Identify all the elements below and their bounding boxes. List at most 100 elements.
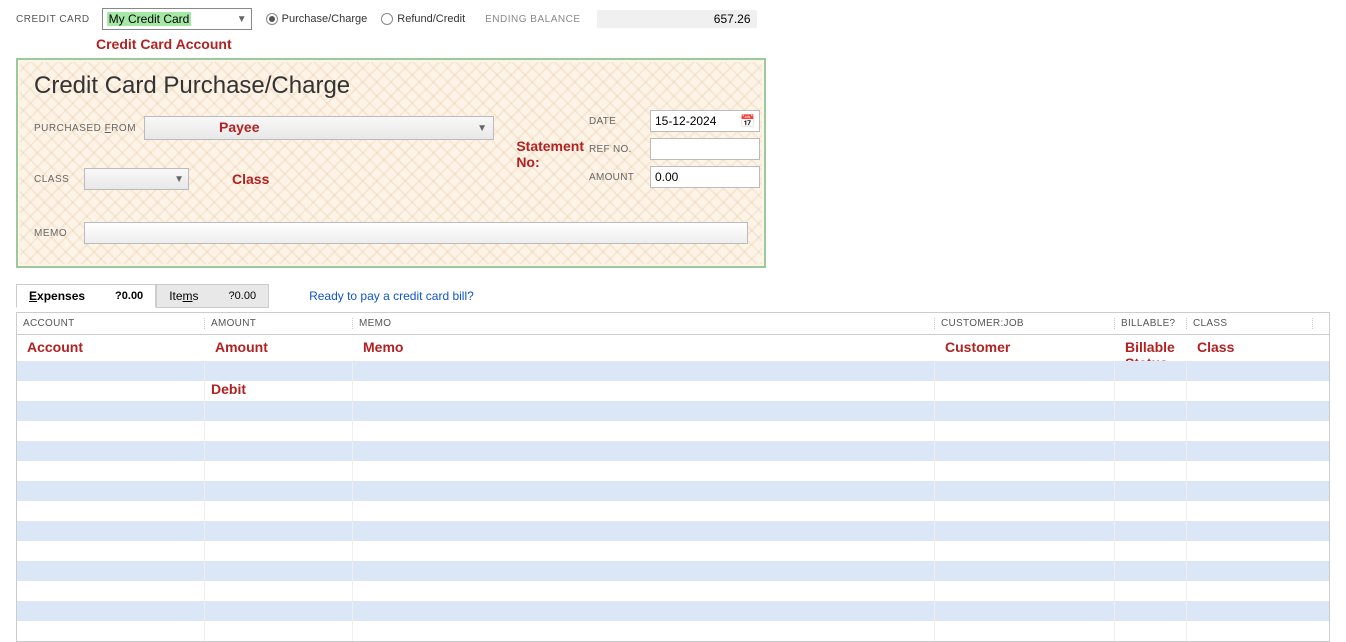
table-row[interactable] (17, 501, 1329, 521)
purchased-from-dropdown[interactable]: ▼ (144, 116, 494, 140)
table-cell[interactable] (1115, 381, 1187, 401)
table-row[interactable] (17, 401, 1329, 421)
table-cell[interactable] (353, 501, 935, 521)
table-cell[interactable] (935, 621, 1115, 641)
table-cell[interactable] (1187, 581, 1313, 601)
table-cell[interactable] (17, 521, 205, 541)
date-input[interactable]: 15-12-2024 📅 (650, 110, 760, 132)
table-cell[interactable] (935, 361, 1115, 381)
table-cell[interactable] (17, 381, 205, 401)
refund-credit-radio[interactable]: Refund/Credit (381, 13, 465, 25)
table-cell[interactable] (205, 601, 353, 621)
table-cell[interactable] (935, 501, 1115, 521)
table-cell[interactable] (353, 601, 935, 621)
table-cell[interactable] (17, 421, 205, 441)
table-cell[interactable] (1115, 541, 1187, 561)
table-cell[interactable] (1187, 521, 1313, 541)
table-cell[interactable] (1187, 381, 1313, 401)
table-cell[interactable] (1187, 361, 1313, 381)
table-cell[interactable] (205, 361, 353, 381)
table-row[interactable] (17, 581, 1329, 601)
table-cell[interactable] (1115, 581, 1187, 601)
ready-to-pay-link[interactable]: Ready to pay a credit card bill? (309, 289, 474, 303)
table-cell[interactable] (17, 561, 205, 581)
col-header-memo[interactable]: MEMO (353, 318, 935, 329)
table-cell[interactable]: Debit (205, 381, 353, 401)
tab-expenses[interactable]: Expenses ?0.00 (16, 284, 156, 308)
table-cell[interactable] (1187, 561, 1313, 581)
table-cell[interactable] (935, 581, 1115, 601)
table-cell[interactable] (17, 541, 205, 561)
table-row[interactable] (17, 601, 1329, 621)
table-cell[interactable] (205, 441, 353, 461)
table-cell[interactable] (17, 501, 205, 521)
table-row[interactable] (17, 521, 1329, 541)
table-cell[interactable] (935, 401, 1115, 421)
table-cell[interactable] (353, 381, 935, 401)
table-cell[interactable] (17, 441, 205, 461)
table-row[interactable] (17, 541, 1329, 561)
table-cell[interactable] (1187, 401, 1313, 421)
table-row[interactable] (17, 461, 1329, 481)
table-cell[interactable] (1187, 441, 1313, 461)
table-cell[interactable] (205, 421, 353, 441)
table-cell[interactable] (205, 461, 353, 481)
table-cell[interactable] (205, 561, 353, 581)
ref-no-input[interactable] (650, 138, 760, 160)
table-cell[interactable] (17, 481, 205, 501)
table-row[interactable] (17, 421, 1329, 441)
table-cell[interactable] (935, 441, 1115, 461)
table-row[interactable] (17, 361, 1329, 381)
table-cell[interactable] (1187, 541, 1313, 561)
table-row[interactable] (17, 621, 1329, 641)
table-cell[interactable] (935, 481, 1115, 501)
table-cell[interactable] (17, 361, 205, 381)
table-cell[interactable] (1115, 561, 1187, 581)
col-header-class[interactable]: CLASS (1187, 318, 1313, 329)
table-cell[interactable] (1187, 421, 1313, 441)
table-cell[interactable] (205, 481, 353, 501)
col-header-amount[interactable]: AMOUNT (205, 318, 353, 329)
table-row[interactable]: Debit (17, 381, 1329, 401)
table-cell[interactable] (353, 421, 935, 441)
table-cell[interactable] (17, 601, 205, 621)
memo-input[interactable] (84, 222, 748, 244)
table-cell[interactable] (1115, 441, 1187, 461)
table-row[interactable] (17, 441, 1329, 461)
table-cell[interactable] (1115, 521, 1187, 541)
table-cell[interactable] (205, 621, 353, 641)
table-cell[interactable] (205, 521, 353, 541)
credit-card-dropdown[interactable]: My Credit Card ▼ (102, 8, 252, 30)
table-cell[interactable] (17, 581, 205, 601)
calendar-icon[interactable]: 📅 (740, 114, 755, 128)
table-cell[interactable] (17, 621, 205, 641)
table-cell[interactable] (935, 541, 1115, 561)
table-cell[interactable] (1187, 621, 1313, 641)
table-cell[interactable] (353, 541, 935, 561)
table-cell[interactable] (1115, 601, 1187, 621)
table-cell[interactable] (1187, 461, 1313, 481)
table-cell[interactable] (1187, 601, 1313, 621)
class-dropdown[interactable]: ▼ (84, 168, 189, 190)
table-cell[interactable] (1187, 501, 1313, 521)
table-cell[interactable] (17, 461, 205, 481)
col-header-customer-job[interactable]: CUSTOMER:JOB (935, 318, 1115, 329)
table-cell[interactable] (1115, 621, 1187, 641)
table-cell[interactable] (353, 621, 935, 641)
table-cell[interactable] (1115, 361, 1187, 381)
table-cell[interactable] (1115, 421, 1187, 441)
table-cell[interactable] (205, 401, 353, 421)
table-cell[interactable] (1115, 481, 1187, 501)
table-cell[interactable] (1115, 501, 1187, 521)
table-row[interactable] (17, 561, 1329, 581)
table-cell[interactable] (935, 461, 1115, 481)
table-cell[interactable] (935, 601, 1115, 621)
table-cell[interactable] (935, 561, 1115, 581)
table-cell[interactable] (353, 561, 935, 581)
table-cell[interactable] (1187, 481, 1313, 501)
table-cell[interactable] (353, 481, 935, 501)
table-cell[interactable] (935, 421, 1115, 441)
table-cell[interactable] (353, 461, 935, 481)
table-cell[interactable] (205, 541, 353, 561)
grid-body[interactable]: Debit (17, 361, 1329, 641)
